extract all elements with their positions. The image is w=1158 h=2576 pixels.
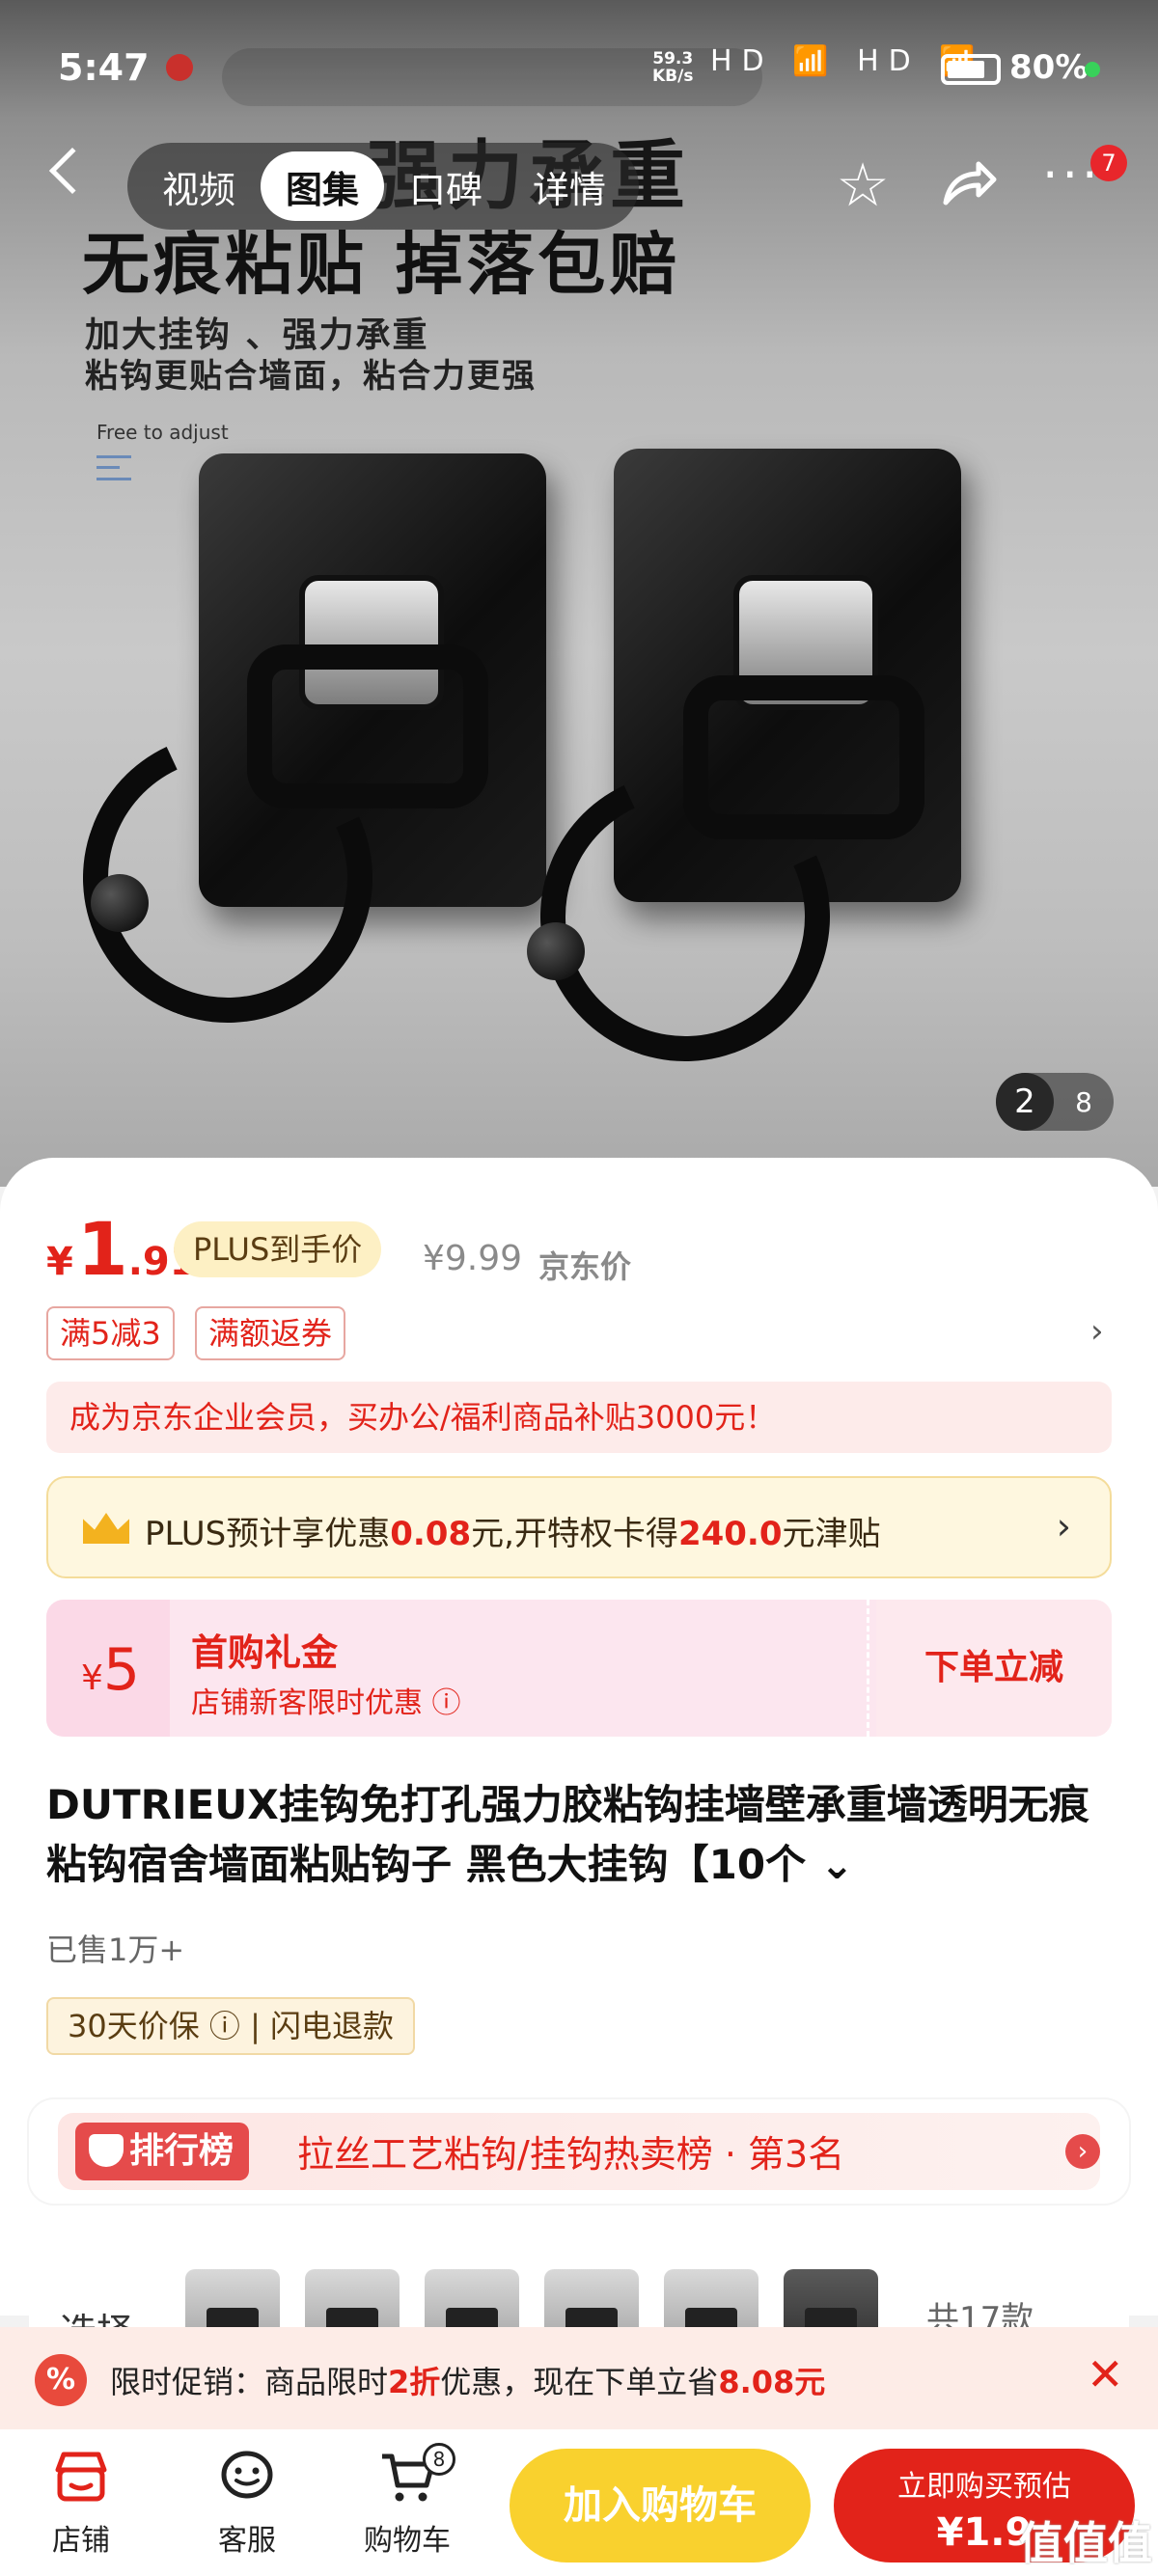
more-badge: 7	[1090, 145, 1127, 181]
promo-banner[interactable]: % 限时促销：商品限时2折优惠，现在下单立省8.08元 ✕	[0, 2327, 1158, 2429]
store-label: 店铺	[52, 2524, 110, 2558]
cart-nav-button[interactable]: 8 购物车	[349, 2443, 465, 2559]
buy-now-label: 立即购买预估	[897, 2470, 1071, 2504]
service-guarantee[interactable]: 30天价保 ⓘ | 闪电退款	[46, 1997, 416, 2055]
plus-suffix: 元津贴	[782, 1515, 881, 1553]
share-icon[interactable]	[938, 152, 1000, 214]
price-integer: 1	[76, 1206, 128, 1292]
hook-ball-left	[91, 874, 149, 932]
product-title[interactable]: DUTRIEUX挂钩免打孔强力胶粘钩挂墙壁承重墙透明无痕粘钩宿舍墙面粘贴钩子 黑…	[46, 1775, 1112, 1895]
pager-total: 8	[1075, 1085, 1092, 1118]
original-price: ¥9.99	[423, 1239, 523, 1278]
sold-count: 已售1万+	[46, 1932, 185, 1968]
hero-line-2: 粘钩更贴合墙面，粘合力更强	[85, 357, 537, 396]
plus-bonus: 240.0	[677, 1515, 783, 1553]
tab-reviews[interactable]: 口碑	[384, 151, 508, 221]
crown-icon	[83, 1513, 129, 1544]
app-notification-icon	[166, 54, 193, 81]
promo-discount: 2折	[388, 2364, 441, 2400]
promo-text: 限时促销：商品限时2折优惠，现在下单立省8.08元	[110, 2358, 825, 2402]
chevron-right-icon[interactable]: ›	[1090, 1312, 1104, 1351]
watermark: 值值值	[1019, 2517, 1152, 2569]
hook-ball-right	[527, 922, 585, 980]
tab-details[interactable]: 详情	[508, 151, 631, 221]
gift-symbol: ¥	[81, 1658, 103, 1698]
status-bar: 5:47 59.3 KB/s HD 📶 HD 📶 80%	[0, 0, 1158, 89]
gift-title: 首购礼金	[191, 1631, 339, 1674]
promo-text-b: 优惠，现在下单立省	[440, 2364, 719, 2400]
plus-price-badge: PLUS到手价	[174, 1221, 382, 1277]
favorite-star-icon[interactable]: ☆	[832, 154, 894, 216]
gift-action-button[interactable]: 下单立减	[876, 1600, 1112, 1737]
status-time: 5:47	[58, 46, 150, 89]
store-button[interactable]: 店铺	[23, 2449, 139, 2559]
privacy-indicator-icon	[1085, 62, 1100, 77]
coupon-tag[interactable]: 满5减3	[46, 1306, 175, 1360]
plus-prefix: PLUS预计享优惠	[145, 1515, 391, 1553]
customer-service-icon	[221, 2451, 273, 2499]
image-pager: 2 8	[996, 1073, 1114, 1131]
pager-current: 2	[996, 1073, 1054, 1131]
tab-video[interactable]: 视频	[137, 151, 261, 221]
plus-mid: 元,开特权卡得	[471, 1515, 678, 1553]
first-order-gift: ¥5 首购礼金 店铺新客限时优惠 ⓘ 下单立减	[46, 1600, 1112, 1737]
battery-fill	[948, 61, 984, 78]
battery-icon	[941, 54, 1001, 85]
chevron-right-icon: ›	[1065, 2134, 1100, 2169]
ranking-bar: 排行榜 拉丝工艺粘钩/挂钩热卖榜 · 第3名 ›	[58, 2113, 1100, 2190]
media-tabs: 视频 图集 口碑 详情	[127, 143, 639, 230]
chevron-right-icon: ›	[1056, 1505, 1071, 1548]
gift-amount: ¥5	[81, 1636, 140, 1704]
jd-price-label: 京东价	[538, 1248, 632, 1285]
store-icon	[55, 2452, 107, 2502]
tab-gallery[interactable]: 图集	[261, 151, 384, 221]
enterprise-banner[interactable]: 成为京东企业会员，买办公/福利商品补贴3000元！	[46, 1382, 1112, 1453]
service-button[interactable]: 客服	[189, 2449, 305, 2559]
plus-benefit-bar[interactable]: PLUS预计享优惠0.08元,开特权卡得240.0元津贴 ›	[46, 1476, 1112, 1578]
gift-subtitle: 店铺新客限时优惠 ⓘ	[191, 1686, 461, 1720]
coupon-tag[interactable]: 满额返券	[195, 1306, 346, 1360]
price-symbol: ¥	[46, 1240, 73, 1284]
service-label: 客服	[218, 2524, 276, 2558]
hero-small-text: Free to adjust	[96, 421, 229, 444]
gift-divider	[867, 1600, 869, 1737]
plus-benefit-text: PLUS预计享优惠0.08元,开特权卡得240.0元津贴	[145, 1507, 880, 1554]
network-speed: 59.3 KB/s	[652, 49, 694, 86]
ranking-card[interactable]: 排行榜 拉丝工艺粘钩/挂钩热卖榜 · 第3名 ›	[29, 2099, 1129, 2204]
cart-label: 购物车	[364, 2524, 451, 2558]
hero-menu-icon	[96, 455, 131, 480]
close-icon[interactable]: ✕	[1087, 2348, 1124, 2400]
promo-text-a: 限时促销：商品限时	[110, 2364, 389, 2400]
plus-amount: 0.08	[390, 1515, 472, 1553]
ranking-text: 拉丝工艺粘钩/挂钩热卖榜 · 第3名	[297, 2133, 845, 2176]
battery-percent: 80%	[1009, 48, 1089, 87]
cart-badge: 8	[423, 2443, 455, 2476]
add-to-cart-button[interactable]: 加入购物车	[510, 2449, 811, 2562]
discount-icon: %	[35, 2354, 87, 2406]
promo-save: 8.08元	[718, 2364, 826, 2400]
gift-value: 5	[102, 1636, 141, 1704]
bottom-action-bar: 店铺 客服 8 购物车 加入购物车 立即购买预估 ¥1.9	[0, 2429, 1158, 2576]
